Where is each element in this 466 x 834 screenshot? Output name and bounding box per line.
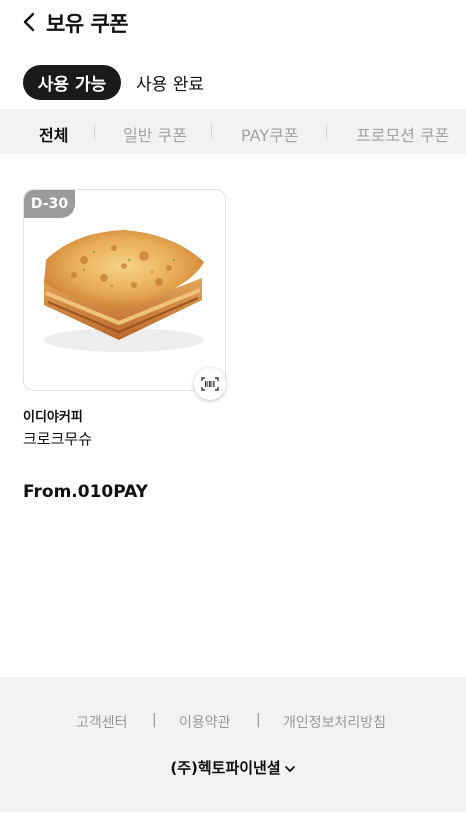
coupon-card[interactable]: D-30 (23, 189, 226, 391)
footer-divider: | (152, 712, 157, 728)
filter-bar: 전체 일반 쿠폰 PAY쿠폰 프로모션 쿠폰 (0, 109, 466, 154)
barcode-icon (201, 377, 219, 391)
company-name: (주)헥토파이낸셜 (170, 759, 281, 777)
footer-divider: | (256, 712, 261, 728)
filter-divider (94, 124, 95, 139)
filter-all[interactable]: 전체 (39, 122, 68, 146)
coupon-source: From.010PAY (23, 482, 148, 502)
chevron-down-icon (284, 765, 295, 772)
tab-used[interactable]: 사용 완료 (126, 65, 214, 100)
filter-divider (211, 124, 212, 139)
filter-divider (326, 124, 327, 139)
footer-link-privacy[interactable]: 개인정보처리방침 (283, 712, 386, 732)
filter-general-coupon[interactable]: 일반 쿠폰 (123, 122, 187, 146)
coupon-product-name: 크로크무슈 (23, 430, 93, 448)
footer: 고객센터 | 이용약관 | 개인정보처리방침 (주)헥토파이낸셜 (0, 677, 466, 812)
back-button[interactable] (18, 10, 42, 34)
footer-link-terms[interactable]: 이용약관 (179, 712, 231, 732)
company-info-toggle[interactable]: (주)헥토파이낸셜 (0, 757, 466, 778)
dday-badge: D-30 (24, 190, 75, 218)
tab-available[interactable]: 사용 가능 (23, 65, 121, 100)
footer-link-customer-center[interactable]: 고객센터 (76, 712, 128, 732)
filter-pay-coupon[interactable]: PAY쿠폰 (241, 122, 299, 146)
coupon-brand: 이디야커피 (23, 410, 83, 425)
header: 보유 쿠폰 (0, 0, 466, 46)
filter-promotion-coupon[interactable]: 프로모션 쿠폰 (356, 122, 449, 146)
croque-monsieur-image (44, 230, 204, 352)
page-title: 보유 쿠폰 (46, 12, 129, 36)
barcode-button[interactable] (194, 368, 226, 400)
chevron-left-icon (23, 12, 35, 32)
tab-available-label: 사용 가능 (37, 75, 107, 95)
tab-used-label: 사용 완료 (136, 75, 204, 95)
